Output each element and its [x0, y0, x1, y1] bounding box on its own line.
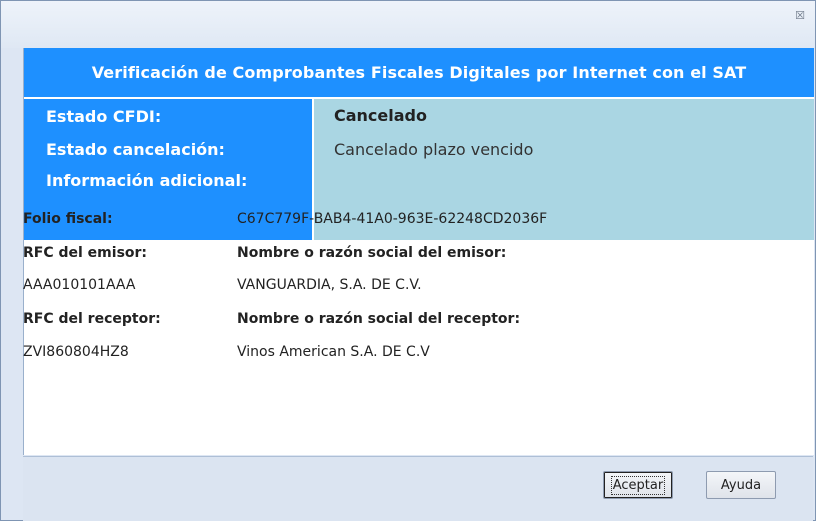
nombre-emisor-label: Nombre o razón social del emisor: [237, 245, 507, 261]
folio-row: Folio fiscal: C67C779F-BAB4-41A0-963E-62… [23, 211, 783, 233]
rfc-emisor-value: AAA010101AAA [23, 277, 136, 293]
nombre-emisor-value: VANGUARDIA, S.A. DE C.V. [237, 277, 422, 293]
estado-cancelacion-value: Cancelado plazo vencido [334, 140, 534, 159]
informacion-adicional-label: Información adicional: [46, 171, 248, 190]
nombre-receptor-label: Nombre o razón social del receptor: [237, 311, 521, 327]
rfc-receptor-value: ZVI860804HZ8 [23, 344, 129, 360]
nombre-receptor-value: Vinos American S.A. DE C.V [237, 344, 430, 360]
close-icon[interactable]: ☒ [791, 9, 809, 23]
dialog-heading: Verificación de Comprobantes Fiscales Di… [24, 48, 814, 97]
title-bar: ☒ [1, 1, 815, 48]
estado-cfdi-label: Estado CFDI: [46, 107, 162, 126]
accept-button-label: Aceptar [610, 476, 666, 495]
receptor-header-row: RFC del receptor: Nombre o razón social … [23, 311, 783, 333]
rfc-emisor-label: RFC del emisor: [23, 245, 148, 261]
estado-cancelacion-label: Estado cancelación: [46, 140, 225, 159]
help-button[interactable]: Ayuda [706, 471, 776, 499]
button-bar: Aceptar Ayuda [23, 456, 813, 521]
accept-button[interactable]: Aceptar [603, 471, 673, 499]
folio-label: Folio fiscal: [23, 211, 113, 227]
emisor-header-row: RFC del emisor: Nombre o razón social de… [23, 245, 783, 267]
folio-value: C67C779F-BAB4-41A0-963E-62248CD2036F [237, 211, 548, 227]
receptor-value-row: ZVI860804HZ8 Vinos American S.A. DE C.V [23, 344, 783, 366]
rfc-receptor-label: RFC del receptor: [23, 311, 161, 327]
emisor-value-row: AAA010101AAA VANGUARDIA, S.A. DE C.V. [23, 277, 783, 299]
estado-cfdi-value: Cancelado [334, 106, 427, 125]
help-button-label: Ayuda [720, 478, 762, 493]
verification-dialog: ☒ Verificación de Comprobantes Fiscales … [0, 0, 816, 521]
